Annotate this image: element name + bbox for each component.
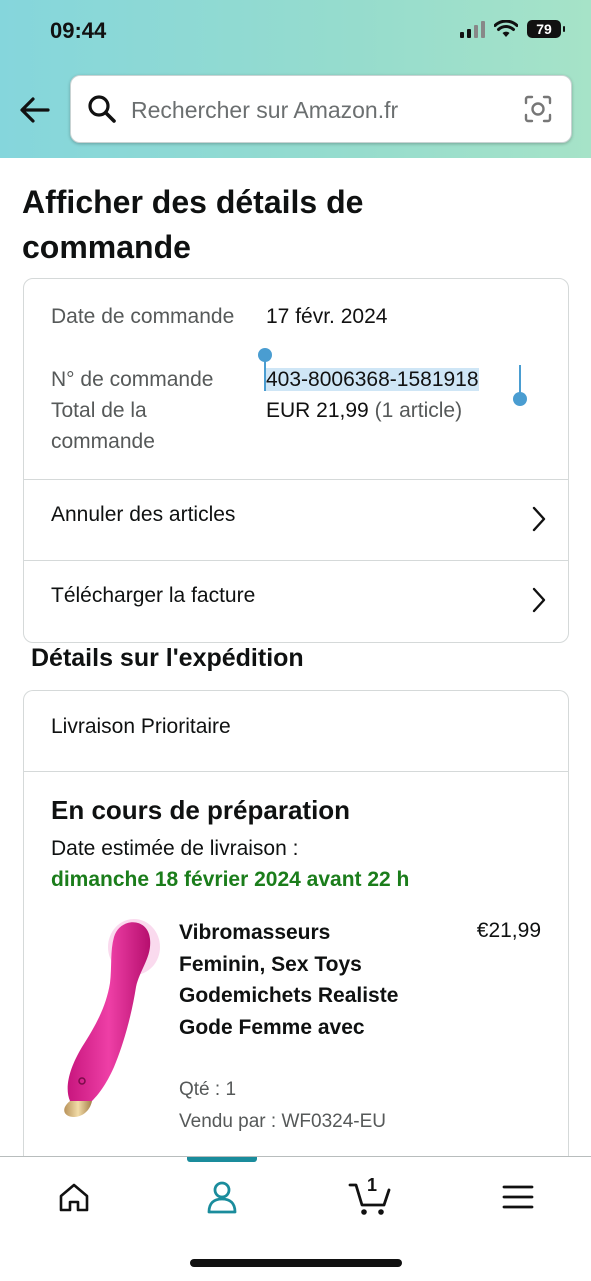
order-total-value: EUR 21,99 (1 article) bbox=[266, 395, 462, 426]
order-number-label: N° de commande bbox=[51, 368, 214, 391]
download-invoice-link[interactable]: Télécharger la facture bbox=[24, 560, 568, 640]
divider bbox=[24, 771, 568, 772]
wifi-icon bbox=[494, 20, 518, 37]
product-name[interactable]: Vibromasseurs Feminin, Sex Toys Godemich… bbox=[179, 917, 419, 1043]
chevron-right-icon bbox=[532, 587, 546, 613]
shipment-card: Livraison Prioritaire En cours de prépar… bbox=[23, 690, 569, 1171]
cart-count-badge: 1 bbox=[367, 1175, 378, 1195]
selected-order-number[interactable]: 403-8006368-1581918 bbox=[266, 368, 479, 391]
estimated-delivery-date: dimanche 18 février 2024 avant 22 h bbox=[51, 868, 410, 891]
battery-icon: 79 bbox=[527, 20, 565, 38]
active-tab-indicator bbox=[187, 1157, 257, 1162]
order-number-value[interactable]: 403-8006368-1581918 bbox=[266, 364, 479, 395]
cellular-signal-icon bbox=[460, 20, 485, 38]
cancel-items-label: Annuler des articles bbox=[51, 503, 236, 526]
product-image[interactable] bbox=[52, 917, 162, 1127]
order-total-label: Total de la commande bbox=[51, 399, 155, 453]
menu-icon[interactable] bbox=[498, 1177, 538, 1217]
product-seller: Vendu par : WF0324-EU bbox=[179, 1111, 386, 1132]
home-icon[interactable] bbox=[54, 1177, 94, 1217]
camera-search-icon[interactable] bbox=[523, 94, 553, 124]
chevron-right-icon bbox=[532, 506, 546, 532]
page-title: Afficher des détails de commande bbox=[22, 184, 364, 265]
search-bar[interactable] bbox=[70, 75, 572, 143]
shipping-section-title: Détails sur l'expédition bbox=[31, 644, 304, 672]
cancel-items-link[interactable]: Annuler des articles bbox=[24, 479, 568, 559]
shipment-status: En cours de préparation bbox=[51, 795, 351, 825]
order-total-amount: EUR 21,99 bbox=[266, 399, 369, 422]
order-item-count: (1 article) bbox=[374, 399, 463, 422]
search-icon bbox=[88, 95, 116, 123]
product-quantity: Qté : 1 bbox=[179, 1079, 237, 1100]
header: 09:44 79 bbox=[0, 0, 591, 158]
home-indicator bbox=[190, 1259, 402, 1267]
order-summary-card: Date de commande 17 févr. 2024 N° de com… bbox=[23, 278, 569, 643]
product-price: €21,99 bbox=[476, 919, 541, 942]
status-time: 09:44 bbox=[50, 18, 107, 43]
cart-button[interactable]: 1 bbox=[348, 1175, 394, 1217]
estimated-delivery-label: Date estimée de livraison : bbox=[51, 837, 299, 860]
search-input[interactable] bbox=[129, 92, 513, 128]
selection-start-bar bbox=[264, 359, 266, 391]
account-icon[interactable] bbox=[202, 1177, 242, 1217]
back-arrow-icon[interactable] bbox=[18, 94, 52, 126]
shipping-method: Livraison Prioritaire bbox=[51, 715, 231, 738]
status-icons: 79 bbox=[460, 20, 565, 38]
selection-end-handle[interactable] bbox=[513, 392, 527, 406]
order-date-value: 17 févr. 2024 bbox=[266, 305, 388, 328]
order-date-label: Date de commande bbox=[51, 305, 235, 328]
download-invoice-label: Télécharger la facture bbox=[51, 584, 256, 607]
